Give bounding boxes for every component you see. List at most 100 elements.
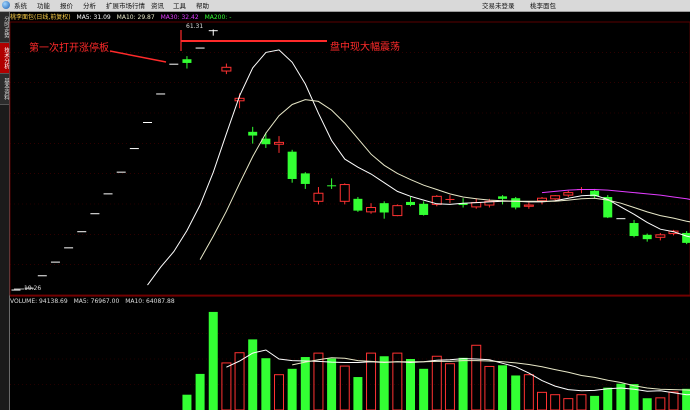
annotation-arrow-first-open	[109, 50, 167, 63]
candle-body	[642, 234, 652, 240]
volume-ma10-value: MA10: 64087.88	[125, 298, 175, 305]
volume-bar	[339, 365, 350, 410]
volume-ma5-value: MA5: 76967.00	[73, 298, 120, 305]
ma30-value: MA30: 32.42	[160, 14, 199, 21]
candle-body	[392, 205, 403, 217]
volume-bar	[221, 362, 232, 410]
candle-body	[563, 192, 574, 196]
low-price-label: 19.26	[24, 285, 42, 292]
candle-body	[471, 202, 482, 208]
menu-analysis[interactable]: 分析	[83, 2, 96, 10]
volume-bar	[379, 356, 389, 410]
volume-bar	[655, 397, 666, 410]
candle-body	[366, 207, 377, 213]
candle-body	[668, 230, 679, 235]
volume-bar	[603, 387, 613, 410]
volume-bar	[287, 368, 297, 410]
candle-body	[182, 59, 192, 63]
volume-bar	[458, 357, 468, 410]
ma10-value: MA10: 29.87	[116, 14, 155, 21]
volume-bar	[444, 363, 455, 410]
window-title: 桃李面包	[530, 1, 556, 10]
candle-body	[234, 97, 245, 102]
tab-fundamentals[interactable]: 基本资料	[0, 74, 9, 105]
volume-bar	[208, 311, 218, 410]
volume-ma5-line	[226, 349, 690, 396]
volume-bar	[234, 352, 245, 410]
menu-help[interactable]: 帮助	[196, 2, 209, 10]
volume-bar	[406, 359, 415, 410]
candle-body	[458, 203, 468, 206]
volume-bar	[550, 394, 561, 410]
volume-bar	[471, 344, 482, 410]
volume-bar	[182, 394, 192, 410]
menu-extended-market[interactable]: 扩展市场行情	[106, 2, 145, 10]
volume-bar	[431, 355, 442, 410]
tab-intraday[interactable]: 分时走势	[0, 12, 9, 43]
candle-body	[287, 151, 297, 179]
volume-bar	[523, 374, 534, 410]
trade-login-status[interactable]: 交易未登录	[482, 2, 515, 10]
menu-quote[interactable]: 报价	[60, 2, 73, 10]
tab-technical-analysis[interactable]: 技术分析	[0, 43, 9, 74]
candle-body	[248, 131, 258, 136]
candle-body	[523, 204, 534, 207]
volume-bar	[537, 391, 547, 410]
candle-body	[511, 198, 521, 208]
candle-body	[484, 200, 495, 206]
candle-body	[379, 203, 389, 213]
candle-body	[339, 184, 350, 202]
left-tab-bar: 分时走势 技术分析 基本资料	[0, 12, 10, 410]
volume-bar	[576, 394, 587, 410]
volume-bar	[642, 398, 652, 410]
volume-bar	[498, 365, 508, 410]
candle-body	[274, 141, 284, 145]
price-panel-frame	[9, 21, 690, 296]
ma30-line	[541, 189, 690, 200]
candle-body	[682, 232, 690, 243]
volume-bar	[353, 377, 363, 410]
candle-body	[537, 197, 547, 202]
ma10-line	[199, 99, 690, 260]
high-price-label: 61.31	[186, 23, 204, 30]
annotation-first-open: 第一次打开涨停板	[29, 43, 109, 54]
candle-body	[629, 223, 639, 237]
volume-bar	[248, 339, 258, 410]
volume-bar	[261, 358, 271, 410]
volume-bar	[392, 352, 403, 410]
volume-bar	[313, 352, 324, 410]
candle-body	[498, 196, 508, 199]
ma200-value: MA200: -	[204, 14, 232, 21]
candle-body	[313, 192, 324, 202]
menu-tools[interactable]: 工具	[173, 2, 186, 10]
volume-bar	[616, 383, 626, 410]
menu-news[interactable]: 资讯	[151, 2, 164, 10]
volume-panel-header: VOLUME: 94138.69 MA5: 76967.00 MA10: 640…	[10, 298, 179, 307]
app-logo-icon[interactable]	[2, 1, 10, 9]
kline-chart[interactable]	[0, 0, 690, 410]
candle-body	[590, 190, 600, 197]
menu-function[interactable]: 功能	[37, 2, 50, 10]
volume-bar	[563, 398, 574, 410]
candle-body	[406, 201, 415, 206]
candle-body	[261, 138, 271, 145]
volume-bar	[419, 368, 429, 410]
candle-body	[419, 203, 429, 215]
volume-bar	[300, 357, 310, 410]
volume-value: VOLUME: 94138.69	[10, 298, 68, 305]
volume-bar	[484, 365, 495, 410]
volume-bar	[629, 384, 639, 410]
candle-body	[431, 195, 442, 205]
annotation-intraday-drop: 盘中现大幅震荡	[330, 42, 400, 53]
volume-bar	[274, 374, 284, 410]
volume-bar	[511, 375, 521, 410]
candle-body	[300, 173, 310, 184]
stock-title: 桃李面包(日线,前复权)	[10, 14, 71, 21]
candle-body	[655, 234, 666, 238]
candle-body	[550, 195, 561, 200]
volume-bar	[366, 352, 377, 410]
volume-bar	[195, 373, 205, 410]
menu-system[interactable]: 系统	[14, 2, 27, 10]
volume-bar	[327, 358, 337, 410]
ma5-line	[147, 49, 690, 286]
